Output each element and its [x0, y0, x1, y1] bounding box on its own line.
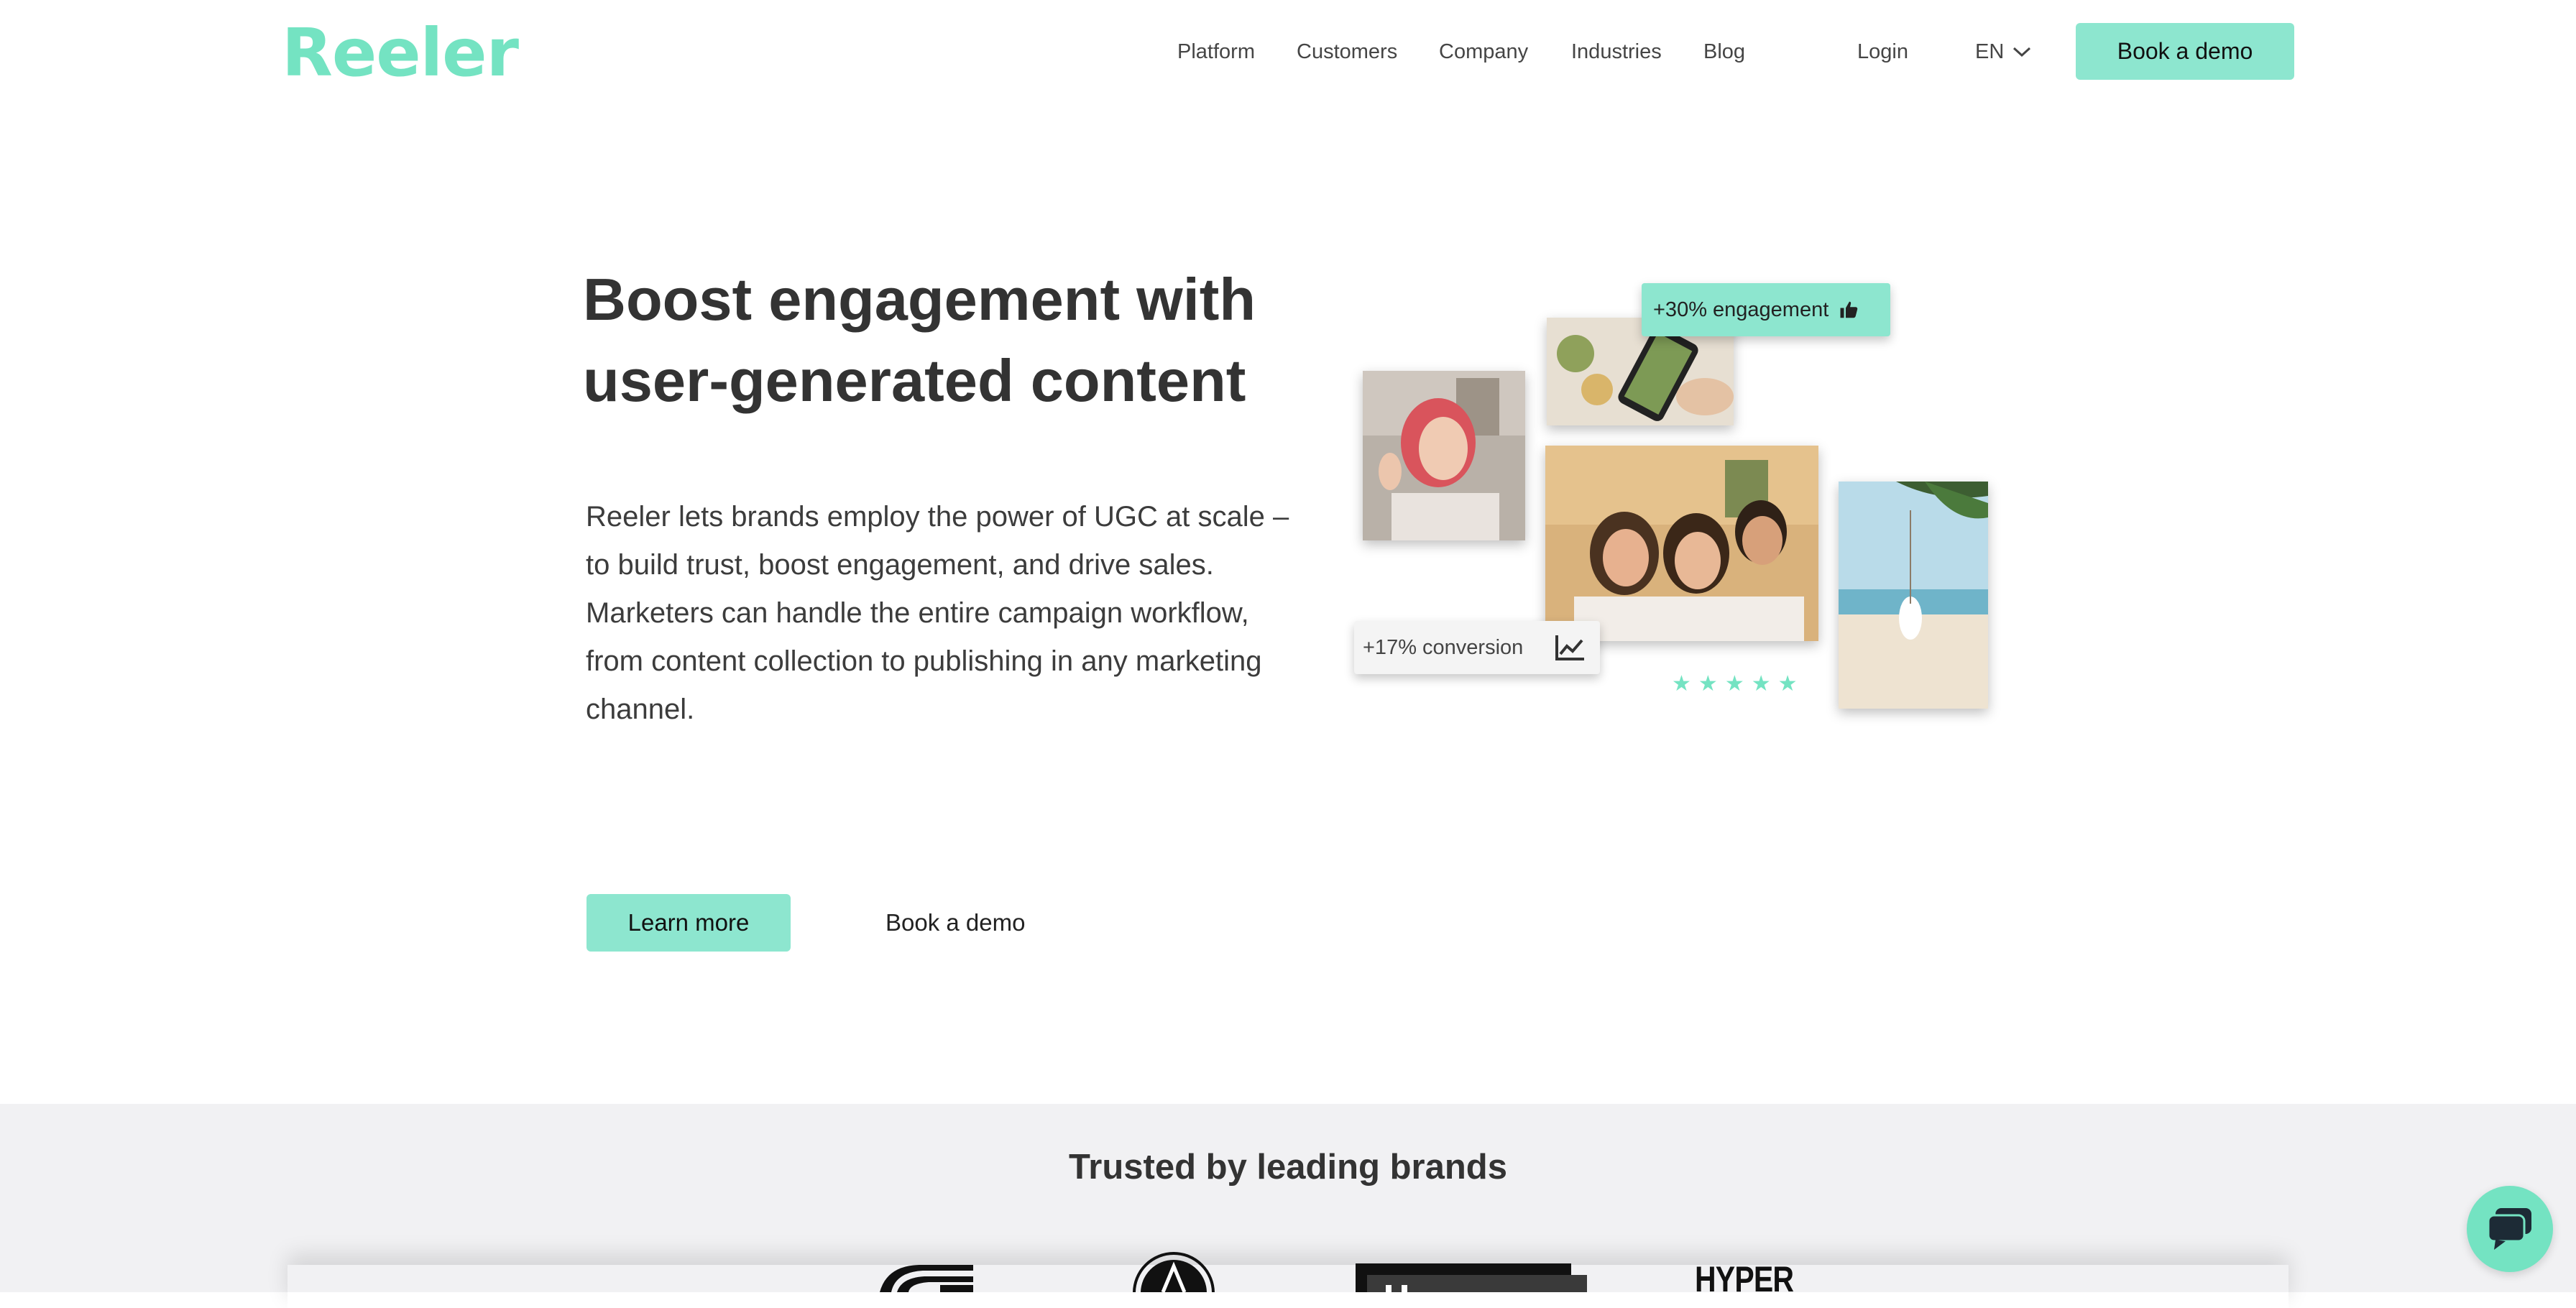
nav-blog[interactable]: Blog — [1703, 39, 1745, 65]
logo-strip — [288, 1265, 2288, 1308]
engagement-badge-text: +30% engagement — [1653, 298, 1829, 321]
brand-logo-block — [1356, 1263, 1587, 1292]
conversion-badge: +17% conversion — [1354, 621, 1600, 674]
ugc-photo-friends-selfie — [1545, 446, 1818, 641]
thumbs-up-icon — [1840, 301, 1858, 318]
star-icon: ★ — [1777, 672, 1798, 696]
brand-logo-hyper: HYPER — [1695, 1259, 1794, 1299]
star-icon: ★ — [1672, 672, 1691, 696]
star-icon: ★ — [1698, 672, 1718, 696]
nav-platform[interactable]: Platform — [1177, 39, 1255, 65]
engagement-badge: +30% engagement — [1642, 283, 1890, 336]
nav-company[interactable]: Company — [1439, 39, 1528, 65]
chat-icon — [2487, 1208, 2531, 1250]
hero-title: Boost engagement with user-generated con… — [583, 266, 1256, 414]
trusted-section — [0, 1104, 2576, 1292]
ugc-photo-beach — [1839, 482, 1988, 709]
chevron-down-icon — [2013, 47, 2031, 57]
brand-logo-circle — [1133, 1252, 1215, 1292]
star-icon: ★ — [1751, 672, 1771, 696]
trend-chart-icon — [1555, 635, 1585, 660]
trusted-title: Trusted by leading brands — [1069, 1148, 1507, 1187]
nav-industries[interactable]: Industries — [1571, 39, 1662, 65]
reeler-logo[interactable]: Reeler — [282, 17, 519, 89]
language-label: EN — [1975, 40, 2005, 63]
language-selector[interactable]: EN — [1975, 39, 2031, 65]
nav-customers[interactable]: Customers — [1297, 39, 1397, 65]
chat-widget-button[interactable] — [2467, 1186, 2553, 1272]
hero-description: Reeler lets brands employ the power of U… — [586, 501, 1289, 725]
rating-stars: ★ ★ ★ ★ ★ — [1672, 671, 1798, 697]
conversion-badge-text: +17% conversion — [1363, 635, 1524, 659]
hero-book-demo-link[interactable]: Book a demo — [886, 907, 1025, 939]
star-icon: ★ — [1724, 672, 1744, 696]
brand-logo-stripes — [880, 1265, 973, 1292]
learn-more-button[interactable]: Learn more — [586, 894, 791, 952]
ugc-photo-woman — [1363, 371, 1525, 540]
nav-login[interactable]: Login — [1857, 39, 1908, 65]
header-book-demo-button[interactable]: Book a demo — [2076, 23, 2294, 80]
